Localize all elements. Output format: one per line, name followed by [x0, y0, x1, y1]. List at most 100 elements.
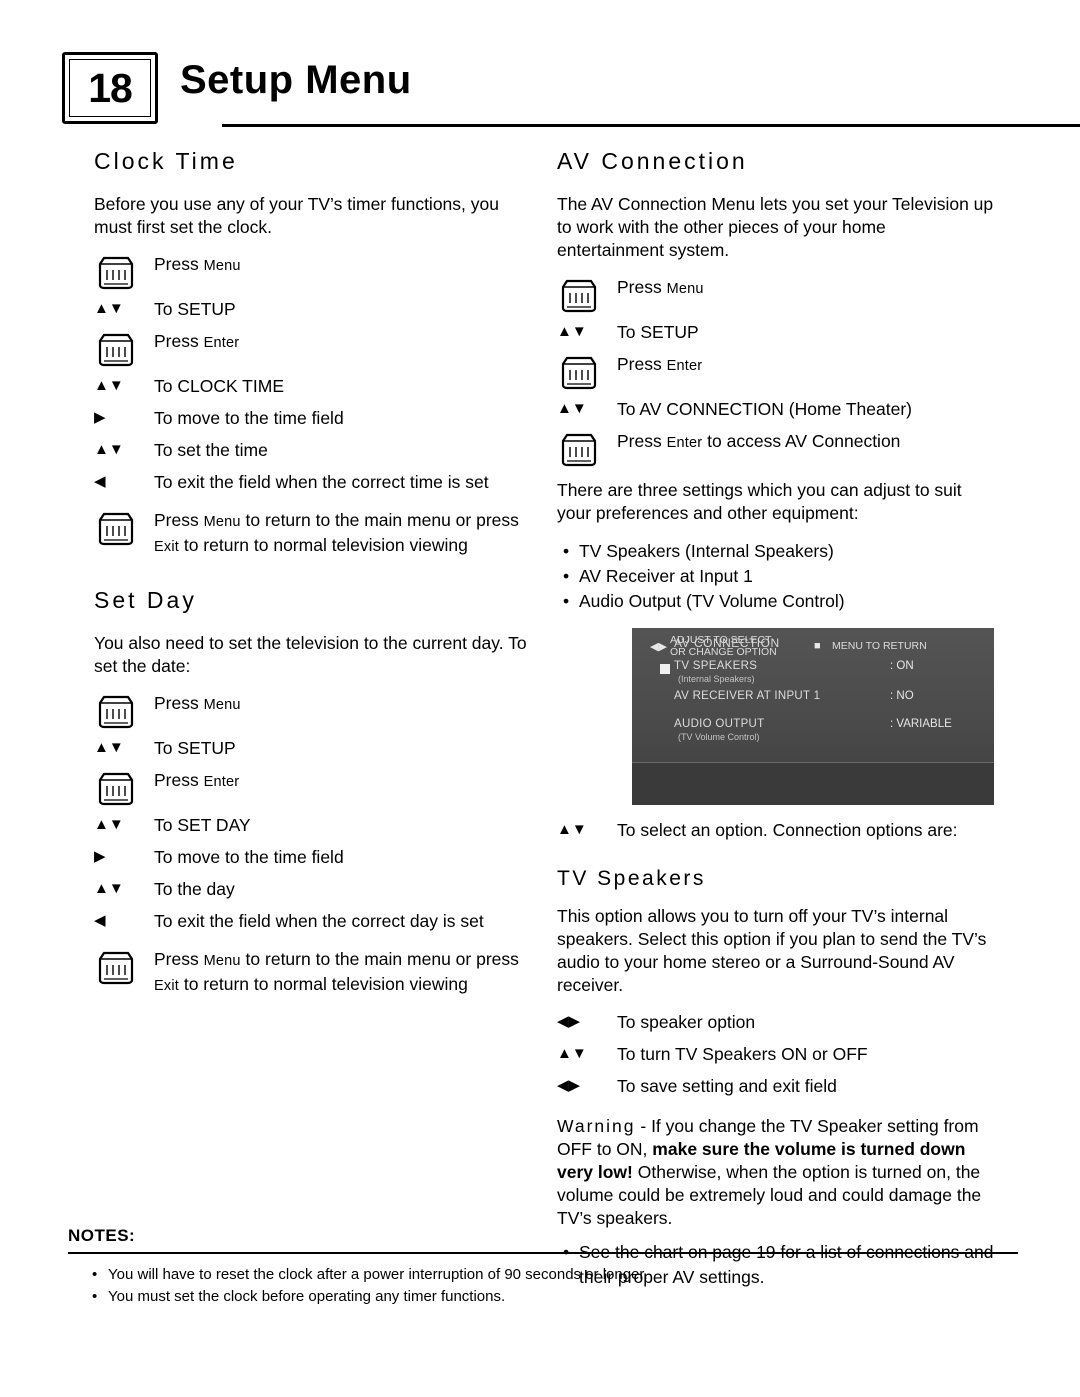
- step-row: Press Enter: [94, 769, 532, 808]
- osd-footer-right-text: MENU TO RETURN: [832, 640, 927, 652]
- remote-button-icon: [94, 692, 154, 731]
- step-text: Press Menu: [154, 693, 241, 713]
- step-row: ▶ To move to the time field: [94, 846, 532, 872]
- osd-row-label: TV SPEAKERS: [674, 660, 758, 672]
- notes-section: NOTES: You will have to reset the clock …: [68, 1226, 1018, 1308]
- osd-adjust-arrow-icon: ◀▶: [650, 641, 667, 653]
- right-arrow-icon: ▶: [94, 409, 106, 426]
- step-text: To the day: [154, 879, 235, 899]
- right-arrow-icon: ▶: [94, 848, 106, 865]
- osd-footer-left-text: ADJUST TO SELECT OR CHANGE OPTION: [670, 634, 777, 658]
- step-text: To SET DAY: [154, 815, 251, 835]
- step-text: To save setting and exit field: [617, 1076, 837, 1096]
- select-option-row: ▲▼ To select an option. Connection optio…: [557, 819, 995, 845]
- section-heading-set-day: Set Day: [94, 587, 197, 613]
- remote-button-icon: [557, 353, 617, 392]
- av-connection-intro: The AV Connection Menu lets you set your…: [557, 194, 994, 260]
- step-row: ▲▼ To turn TV Speakers ON or OFF: [557, 1043, 995, 1069]
- step-row: Press Enter: [94, 330, 532, 369]
- av-settings-list: TV Speakers (Internal Speakers) AV Recei…: [557, 539, 995, 614]
- step-text: To speaker option: [617, 1012, 756, 1032]
- osd-row-label: AUDIO OUTPUT: [674, 718, 765, 730]
- step-row: ▲▼ To AV CONNECTION (Home Theater): [557, 398, 995, 424]
- notes-label: NOTES:: [68, 1226, 136, 1245]
- page-number: 18: [88, 65, 133, 111]
- remote-button-icon: [94, 769, 154, 808]
- step-text: Press Menu to return to the main menu or…: [154, 510, 519, 555]
- step-text: Press Enter: [154, 331, 240, 351]
- list-item: You must set the clock before operating …: [68, 1286, 1018, 1308]
- remote-button-icon: [94, 253, 154, 292]
- step-row: Press Enter: [557, 353, 995, 392]
- step-row: ▲▼ To SETUP: [94, 737, 532, 763]
- up-down-arrow-icon: ▲▼: [94, 880, 124, 897]
- step-text: To exit the field when the correct time …: [154, 472, 489, 492]
- step-text: Press Enter: [617, 354, 703, 374]
- right-column: AV Connection The AV Connection Menu let…: [557, 148, 995, 1300]
- up-down-arrow-icon: ▲▼: [557, 821, 587, 838]
- remote-button-icon: [94, 330, 154, 369]
- up-down-arrow-icon: ▲▼: [94, 300, 124, 317]
- step-row: ▲▼ To CLOCK TIME: [94, 375, 532, 401]
- osd-cursor-icon: [660, 664, 670, 674]
- left-column: Clock Time Before you use any of your TV…: [94, 148, 532, 1008]
- section-heading-tv-speakers: TV Speakers: [557, 867, 706, 890]
- step-text: Press Menu: [617, 277, 704, 297]
- left-arrow-icon: ◀: [94, 473, 106, 490]
- step-text: Press Menu to return to the main menu or…: [154, 949, 519, 994]
- list-item: TV Speakers (Internal Speakers): [557, 539, 995, 564]
- osd-row-sublabel: (Internal Speakers): [678, 674, 755, 684]
- step-row: ▲▼ To SET DAY: [94, 814, 532, 840]
- step-text: To move to the time field: [154, 847, 344, 867]
- remote-button-icon: [557, 430, 617, 469]
- tv-speakers-warning: Warning - If you change the TV Speaker s…: [557, 1116, 982, 1228]
- remote-button-icon: [94, 948, 154, 987]
- step-text: To turn TV Speakers ON or OFF: [617, 1044, 868, 1064]
- up-down-arrow-icon: ▲▼: [94, 377, 124, 394]
- step-row: ◀▶ To speaker option: [557, 1011, 995, 1037]
- section-heading-clock-time: Clock Time: [94, 148, 238, 174]
- osd-row-value: : VARIABLE: [890, 718, 952, 730]
- set-day-steps: Press Menu ▲▼ To SETUP Press Enter ▲▼ To…: [94, 692, 532, 998]
- tv-speakers-body: This option allows you to turn off your …: [557, 906, 987, 995]
- osd-row-value: : NO: [890, 690, 914, 702]
- step-row: Press Menu: [94, 692, 532, 731]
- step-text: Press Enter to access AV Connection: [617, 431, 901, 451]
- step-row: Press Menu: [94, 253, 532, 292]
- step-row: Press Menu: [557, 276, 995, 315]
- left-arrow-icon: ◀: [94, 912, 106, 929]
- set-day-intro: You also need to set the television to t…: [94, 633, 527, 676]
- section-heading-av-connection: AV Connection: [557, 148, 748, 174]
- up-down-arrow-icon: ▲▼: [94, 739, 124, 756]
- step-row: ◀ To exit the field when the correct tim…: [94, 471, 532, 497]
- step-text: To set the time: [154, 440, 268, 460]
- list-item: Audio Output (TV Volume Control): [557, 589, 995, 614]
- av-settings-intro: There are three settings which you can a…: [557, 480, 962, 523]
- select-option-text: To select an option. Connection options …: [617, 820, 958, 840]
- step-row: ◀▶ To save setting and exit field: [557, 1075, 995, 1101]
- clock-time-steps: Press Menu ▲▼ To SETUP Press Enter ▲▼ To…: [94, 253, 532, 559]
- step-text: To SETUP: [617, 322, 699, 342]
- left-right-arrow-icon: ◀▶: [557, 1013, 581, 1030]
- up-down-arrow-icon: ▲▼: [94, 816, 124, 833]
- manual-page: 18 Setup Menu Clock Time Before you use …: [0, 0, 1080, 1397]
- step-text: To SETUP: [154, 299, 236, 319]
- step-text: To SETUP: [154, 738, 236, 758]
- clock-time-intro: Before you use any of your TV’s timer fu…: [94, 194, 499, 237]
- av-connection-steps: Press Menu ▲▼ To SETUP Press Enter ▲▼ To…: [557, 276, 995, 469]
- left-right-arrow-icon: ◀▶: [557, 1077, 581, 1094]
- up-down-arrow-icon: ▲▼: [557, 323, 587, 340]
- page-title: Setup Menu: [180, 58, 412, 102]
- step-text: To exit the field when the correct day i…: [154, 911, 484, 931]
- up-down-arrow-icon: ▲▼: [94, 441, 124, 458]
- remote-button-icon: [557, 276, 617, 315]
- step-row: Press Menu to return to the main menu or…: [94, 509, 532, 559]
- list-item: AV Receiver at Input 1: [557, 564, 995, 589]
- osd-row-value: : ON: [890, 660, 914, 672]
- osd-row-label: AV RECEIVER AT INPUT 1: [674, 690, 821, 702]
- step-text: Press Enter: [154, 770, 240, 790]
- step-row: ▲▼ To set the time: [94, 439, 532, 465]
- step-row: Press Menu to return to the main menu or…: [94, 948, 532, 998]
- notes-list: You will have to reset the clock after a…: [68, 1264, 1018, 1308]
- step-row: ▲▼ To the day: [94, 878, 532, 904]
